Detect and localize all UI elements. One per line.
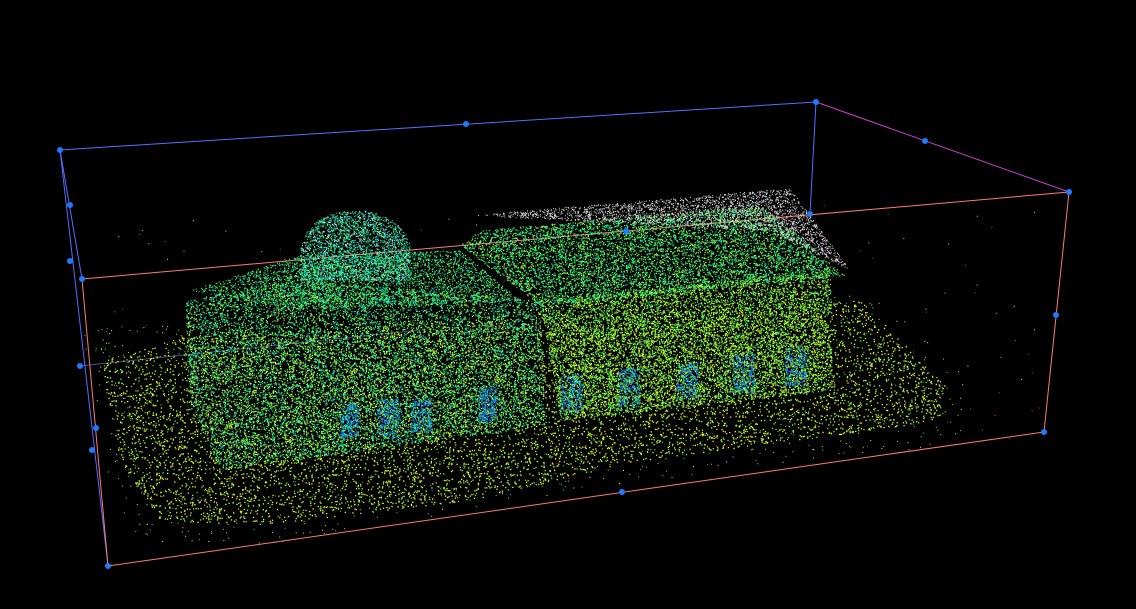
bbox-handle[interactable]	[105, 563, 111, 569]
bbox-handle[interactable]	[807, 211, 813, 217]
bbox-handle[interactable]	[813, 99, 819, 105]
bbox-handle[interactable]	[1053, 312, 1059, 318]
bbox-handle[interactable]	[67, 258, 73, 264]
bbox-handle[interactable]	[922, 138, 928, 144]
bbox-handle[interactable]	[89, 447, 95, 453]
bbox-edge	[81, 278, 109, 567]
bbox-edge	[59, 149, 109, 567]
bbox-handle[interactable]	[619, 489, 625, 495]
point-cloud[interactable]	[84, 188, 1040, 544]
bbox-handle[interactable]	[623, 228, 629, 234]
bbox-edge	[1043, 191, 1070, 433]
left-wing-points	[185, 280, 546, 470]
bbox-handle[interactable]	[1066, 189, 1072, 195]
bbox-edge	[815, 101, 1070, 193]
bbox-handle[interactable]	[93, 425, 99, 431]
bbox-handle[interactable]	[1041, 429, 1047, 435]
bbox-handle[interactable]	[57, 147, 63, 153]
point-cluster	[114, 206, 1033, 505]
bbox-handle[interactable]	[463, 121, 469, 127]
bbox-edge	[809, 101, 817, 215]
bbox-handle[interactable]	[67, 202, 73, 208]
bbox-handle[interactable]	[77, 363, 83, 369]
point-cloud-viewport[interactable]	[0, 0, 1136, 609]
bbox-edge	[81, 191, 1070, 280]
point-cloud-scene[interactable]	[0, 0, 1136, 609]
bbox-handle[interactable]	[79, 276, 85, 282]
window-points	[560, 374, 584, 413]
point-cluster	[105, 301, 944, 523]
point-cluster	[560, 374, 584, 412]
bbox-edge	[59, 101, 817, 151]
point-cluster	[104, 301, 944, 525]
